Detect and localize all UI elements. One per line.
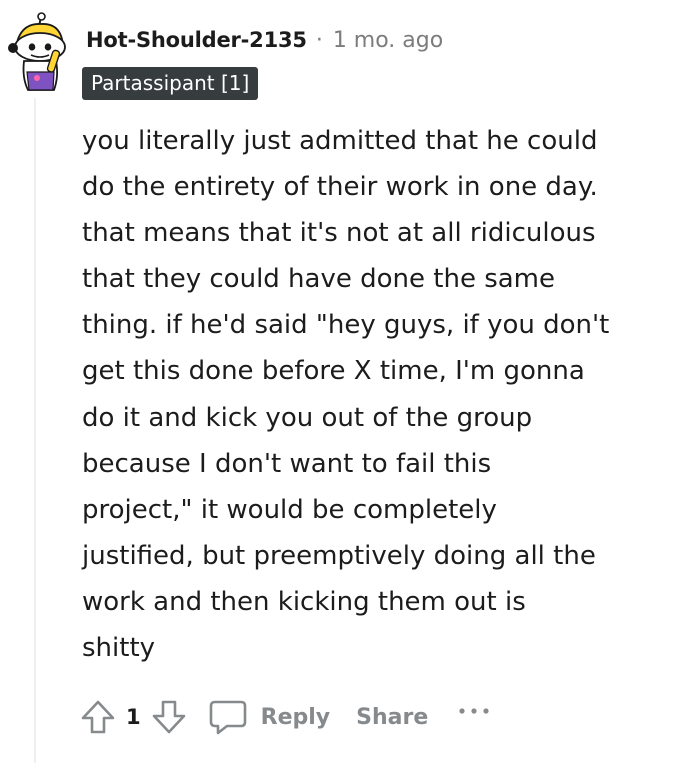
- comment-body-line: do the entirety of their work in one day…: [82, 172, 598, 203]
- speech-bubble-icon: [209, 700, 246, 735]
- share-button[interactable]: Share: [356, 705, 428, 730]
- snoo-avatar-icon: [8, 12, 66, 91]
- comment-header: Hot-Shoulder-2135 · 1 mo. ago: [86, 22, 443, 58]
- comment-body-line: that means that it's not at all ridiculo…: [82, 218, 596, 249]
- username-link[interactable]: Hot-Shoulder-2135: [86, 28, 307, 52]
- comment-body-line: do it and kick you out of the group: [82, 402, 533, 433]
- downvote-arrow-icon: [152, 700, 185, 734]
- reply-label: Reply: [260, 704, 331, 730]
- timestamp-link[interactable]: 1 mo. ago: [333, 28, 443, 53]
- comment-body-line: get this done before X time, I'm gonna: [82, 356, 585, 387]
- comment-body-line: that they could have done the same: [82, 264, 556, 295]
- vote-count: 1: [126, 705, 141, 729]
- downvote-button[interactable]: [149, 697, 189, 737]
- comment-body-line: thing. if he'd said "hey guys, if you do…: [82, 310, 610, 341]
- avatar[interactable]: [4, 12, 70, 92]
- upvote-arrow-icon: [81, 700, 115, 734]
- more-options-button[interactable]: [458, 702, 492, 721]
- comment-body-line: work and then kicking them out is: [82, 586, 526, 617]
- comment-body-line: project," it would be completely: [82, 494, 497, 525]
- comment-body-line: justified, but preemptively doing all th…: [82, 540, 596, 571]
- thread-line[interactable]: [34, 98, 36, 763]
- comment-body-line: you literally just admitted that he coul…: [82, 126, 598, 156]
- comment-actions: 1 Reply Share: [78, 694, 492, 740]
- comment-body-line: shitty: [82, 633, 156, 664]
- meta-separator: ·: [315, 27, 323, 53]
- comment-body: you literally just admitted that he coul…: [82, 118, 682, 671]
- comment-body-line: because I don't want to fail this: [82, 448, 492, 479]
- ellipsis-icon: [459, 707, 489, 714]
- upvote-button[interactable]: [78, 697, 118, 737]
- user-flair: Partassipant [1]: [82, 67, 259, 100]
- reply-button[interactable]: Reply: [207, 697, 331, 737]
